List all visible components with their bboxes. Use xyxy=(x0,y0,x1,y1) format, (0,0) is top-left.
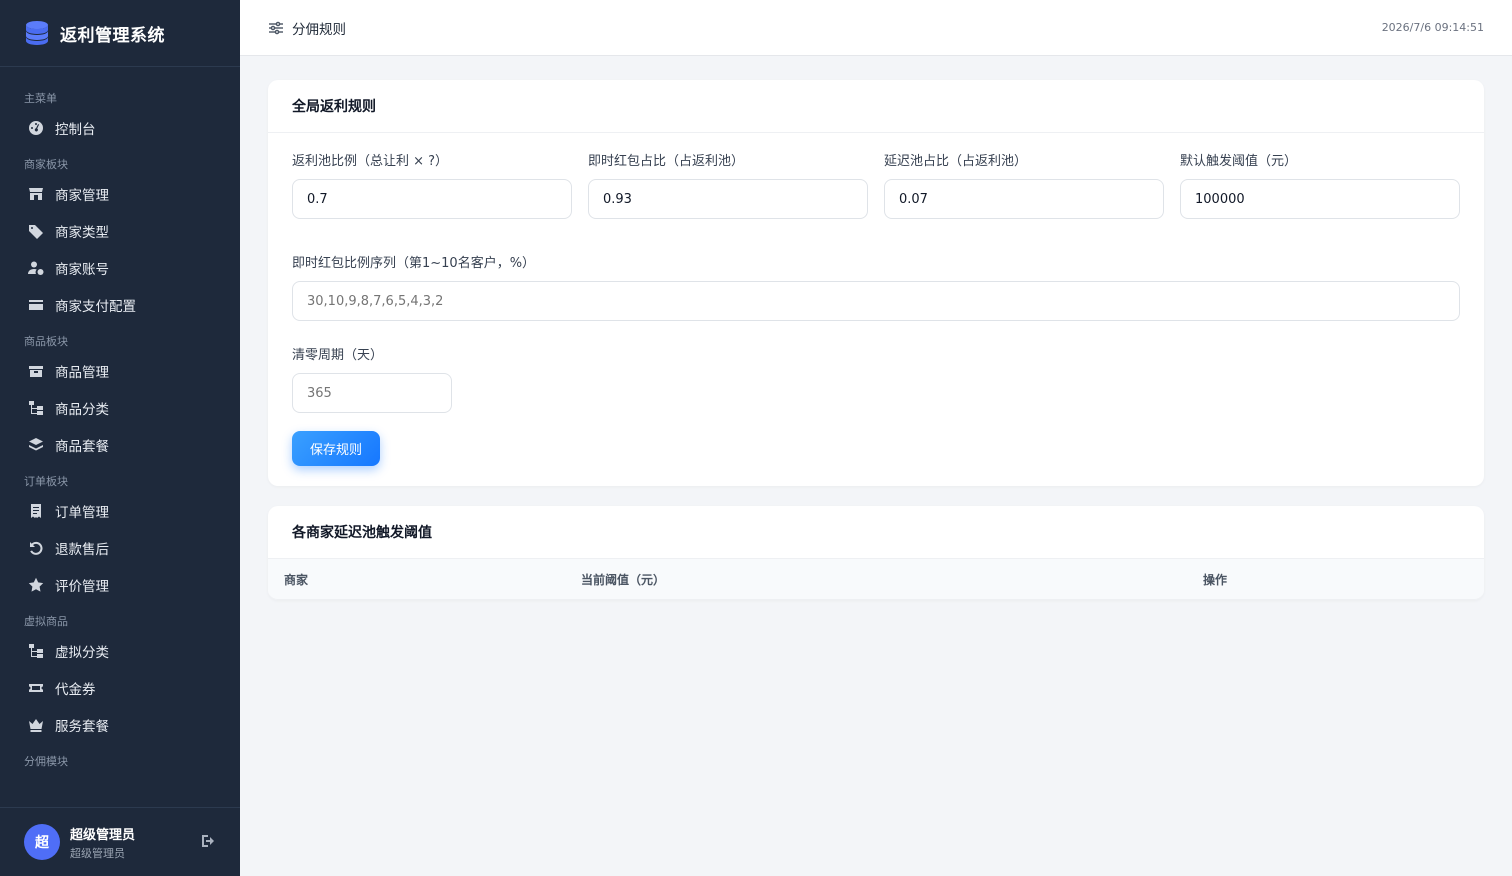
sidebar-item-label: 服务套餐 xyxy=(55,718,109,735)
logout-icon[interactable] xyxy=(200,833,218,851)
instant-ratio-field: 即时红包占比（占返利池） xyxy=(588,153,868,219)
global-rules-card: 全局返利规则 返利池比例（总让利 × ?） 即时红包占比（占返利池） 延迟池占比… xyxy=(268,80,1484,486)
credit-card-icon xyxy=(27,296,45,314)
user-info: 超级管理员 超级管理员 xyxy=(70,824,200,861)
sidebar-item-label: 评价管理 xyxy=(55,578,109,595)
star-icon xyxy=(27,576,45,594)
ticket-icon xyxy=(27,679,45,697)
reset-cycle-input[interactable] xyxy=(292,373,452,413)
pool-ratio-label: 返利池比例（总让利 × ?） xyxy=(292,154,449,169)
sidebar-item-label: 商家类型 xyxy=(55,224,109,241)
app-title: 返利管理系统 xyxy=(60,25,165,46)
database-logo-icon xyxy=(24,20,50,46)
section-title-order: 订单板块 xyxy=(24,475,68,488)
sidebar-item-goods-manage[interactable]: 商品管理 xyxy=(0,352,240,389)
undo-icon xyxy=(27,539,45,557)
sidebar-item-review[interactable]: 评价管理 xyxy=(0,566,240,603)
trigger-threshold-input[interactable] xyxy=(1180,179,1460,219)
page-title: 分佣规则 xyxy=(292,21,346,38)
crown-icon xyxy=(27,716,45,734)
user-role: 超级管理员 xyxy=(70,846,125,860)
sidebar-item-label: 虚拟分类 xyxy=(55,644,109,661)
global-rules-body: 返利池比例（总让利 × ?） 即时红包占比（占返利池） 延迟池占比（占返利池） … xyxy=(268,133,1484,486)
section-title-virtual: 虚拟商品 xyxy=(24,615,68,628)
main-content: 全局返利规则 返利池比例（总让利 × ?） 即时红包占比（占返利池） 延迟池占比… xyxy=(268,80,1484,600)
sidebar-item-goods-package[interactable]: 商品套餐 xyxy=(0,426,240,463)
column-header-threshold: 当前阈值（元） xyxy=(581,572,666,587)
trigger-threshold-field: 默认触发阈值（元） xyxy=(1180,153,1460,219)
section-title-goods: 商品板块 xyxy=(24,335,68,348)
merchant-thresholds-title: 各商家延迟池触发阈值 xyxy=(268,506,1484,559)
section-title-merchant: 商家板块 xyxy=(24,158,68,171)
sidebar-item-merchant-type[interactable]: 商家类型 xyxy=(0,212,240,249)
column-header-actions: 操作 xyxy=(1203,572,1228,587)
merchant-thresholds-card: 各商家延迟池触发阈值 商家 当前阈值（元） 操作 xyxy=(268,506,1484,600)
table-header: 商家 当前阈值（元） 操作 xyxy=(268,559,1484,600)
current-time: 2026/7/6 09:14:51 xyxy=(1381,21,1484,34)
section-title-main: 主菜单 xyxy=(24,92,57,105)
box-icon xyxy=(27,362,45,380)
sidebar-item-voucher[interactable]: 代金券 xyxy=(0,669,240,706)
sidebar-menu: 主菜单 控制台 商家板块 商家管理 商家类型 商家账号 商家支付配置 商品板块 … xyxy=(0,67,240,808)
sidebar-item-label: 退款售后 xyxy=(55,541,109,558)
dashboard-icon xyxy=(27,119,45,137)
sidebar-item-label: 控制台 xyxy=(55,121,96,138)
reset-cycle-field: 清零周期（天） xyxy=(292,347,1460,413)
sidebar-item-virtual-category[interactable]: 虚拟分类 xyxy=(0,632,240,669)
instant-ratio-input[interactable] xyxy=(588,179,868,219)
sidebar-item-label: 商家管理 xyxy=(55,187,109,204)
store-icon xyxy=(27,185,45,203)
sidebar-item-label: 代金券 xyxy=(55,681,96,698)
sequence-field: 即时红包比例序列（第1~10名客户，%） xyxy=(292,255,1460,321)
sidebar-item-label: 商品分类 xyxy=(55,401,109,418)
user-name: 超级管理员 xyxy=(70,827,136,843)
reset-cycle-label: 清零周期（天） xyxy=(292,348,384,363)
user-bar: 超 超级管理员 超级管理员 xyxy=(0,807,240,876)
layers-icon xyxy=(27,436,45,454)
ratio-row: 返利池比例（总让利 × ?） 即时红包占比（占返利池） 延迟池占比（占返利池） … xyxy=(292,153,1460,219)
sidebar-item-service-package[interactable]: 服务套餐 xyxy=(0,706,240,743)
sidebar-item-label: 商家账号 xyxy=(55,261,109,278)
column-header-merchant: 商家 xyxy=(284,572,309,587)
sidebar-item-dashboard[interactable]: 控制台 xyxy=(0,109,240,146)
sidebar-item-goods-category[interactable]: 商品分类 xyxy=(0,389,240,426)
sidebar-item-label: 商品套餐 xyxy=(55,438,109,455)
save-rules-button[interactable]: 保存规则 xyxy=(292,431,380,466)
trigger-threshold-label: 默认触发阈值（元） xyxy=(1180,154,1298,169)
delay-ratio-label: 延迟池占比（占返利池） xyxy=(884,154,1028,169)
global-rules-title: 全局返利规则 xyxy=(268,80,1484,133)
sliders-icon xyxy=(268,20,284,36)
section-title-commission: 分佣模块 xyxy=(24,755,68,768)
sidebar-item-merchant-manage[interactable]: 商家管理 xyxy=(0,175,240,212)
sidebar-item-merchant-payment[interactable]: 商家支付配置 xyxy=(0,286,240,323)
tags-icon xyxy=(27,222,45,240)
user-gear-icon xyxy=(27,259,45,277)
sitemap-icon xyxy=(27,642,45,660)
receipt-icon xyxy=(27,502,45,520)
sidebar-item-label: 商家支付配置 xyxy=(55,298,136,315)
top-header: 分佣规则 2026/7/6 09:14:51 xyxy=(240,0,1512,56)
sequence-label: 即时红包比例序列（第1~10名客户，%） xyxy=(292,256,536,271)
sequence-input[interactable] xyxy=(292,281,1460,321)
sidebar-item-label: 订单管理 xyxy=(55,504,109,521)
sidebar-item-refund[interactable]: 退款售后 xyxy=(0,529,240,566)
sidebar-item-order-manage[interactable]: 订单管理 xyxy=(0,492,240,529)
sidebar-item-label: 商品管理 xyxy=(55,364,109,381)
pool-ratio-input[interactable] xyxy=(292,179,572,219)
delay-ratio-field: 延迟池占比（占返利池） xyxy=(884,153,1164,219)
sidebar: 返利管理系统 主菜单 控制台 商家板块 商家管理 商家类型 商家账号 商家支付配… xyxy=(0,0,240,876)
sitemap-icon xyxy=(27,399,45,417)
brand: 返利管理系统 xyxy=(0,0,240,67)
delay-ratio-input[interactable] xyxy=(884,179,1164,219)
instant-ratio-label: 即时红包占比（占返利池） xyxy=(588,154,745,169)
sidebar-item-merchant-account[interactable]: 商家账号 xyxy=(0,249,240,286)
avatar: 超 xyxy=(24,824,60,860)
pool-ratio-field: 返利池比例（总让利 × ?） xyxy=(292,153,572,219)
